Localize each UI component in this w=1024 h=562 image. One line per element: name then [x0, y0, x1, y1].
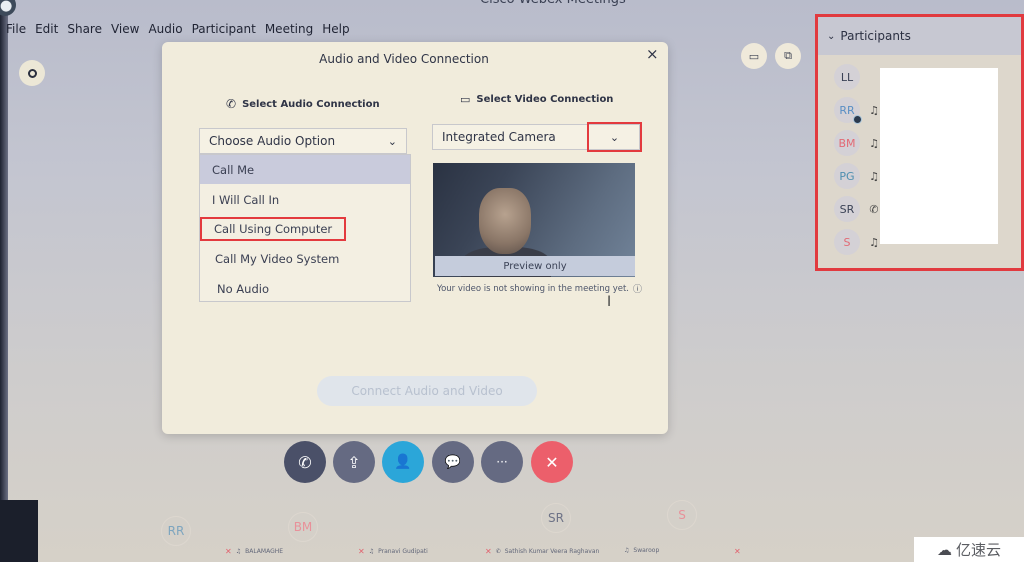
headset-icon: ♫: [624, 547, 630, 554]
more-icon: ···: [496, 455, 508, 469]
video-tile-avatar[interactable]: S: [667, 500, 697, 530]
audio-video-dialog: Audio and Video Connection × ✆ Select Au…: [162, 42, 668, 434]
audio-option-select[interactable]: Choose Audio Option ⌄: [199, 128, 407, 154]
watermark: ☁ 亿速云: [914, 537, 1024, 562]
chevron-down-icon: ⌄: [609, 130, 620, 144]
avatar: S: [834, 229, 860, 255]
menu-meeting[interactable]: Meeting: [265, 22, 313, 36]
audio-option-call-using-computer[interactable]: Call Using Computer: [200, 214, 410, 243]
chevron-down-icon: ⌄: [827, 30, 836, 42]
headset-icon: ♫: [368, 548, 375, 555]
video-tile-name: ♫ Swaroop: [624, 547, 660, 554]
meeting-info-button[interactable]: [19, 60, 45, 86]
avatar: BM: [834, 130, 860, 156]
phone-icon: ✆: [869, 202, 879, 216]
audio-option-i-will-call-in[interactable]: I Will Call In: [200, 185, 410, 214]
phone-icon: ✆: [495, 548, 501, 555]
video-tile-name: ✕ ✆ Sathish Kumar Veera Raghavan: [485, 547, 600, 556]
menu-share[interactable]: Share: [67, 22, 102, 36]
video-tile-name: ✕ ♫ BALAMAGHE: [225, 547, 284, 556]
chevron-down-icon: ⌄: [387, 134, 397, 148]
video-note: Your video is not showing in the meeting…: [437, 282, 643, 296]
video-camera-icon: ▭: [460, 93, 471, 106]
menu-file[interactable]: File: [6, 22, 26, 36]
webex-logo-icon: [0, 0, 16, 16]
share-button[interactable]: ⇪: [333, 441, 375, 483]
headset-icon: ♫: [869, 169, 879, 183]
audio-option-call-my-video-system[interactable]: Call My Video System: [200, 244, 410, 273]
avatar: PG: [834, 163, 860, 189]
presenter-icon: [853, 115, 862, 124]
video-section-heading: ▭ Select Video Connection: [460, 93, 614, 106]
participants-panel: ⌄ Participants LL RR ♫ BM ♫ PG ♫ SR ✆ S: [815, 14, 1024, 271]
participants-icon: 👤: [394, 454, 412, 470]
layout-view-button[interactable]: ▭: [741, 43, 767, 69]
close-icon[interactable]: ×: [646, 45, 659, 63]
avatar: LL: [834, 64, 860, 90]
headset-icon: ♫: [869, 136, 879, 150]
video-tile-avatar[interactable]: SR: [541, 503, 571, 533]
screen-bezel: [0, 0, 8, 562]
audio-option-no-audio[interactable]: No Audio: [200, 274, 410, 303]
video-tile-name: ✕ ♫ Pranavi Gudipati: [358, 547, 428, 556]
muted-icon: ✕: [485, 547, 492, 556]
headset-icon: ♫: [869, 103, 879, 117]
phone-video-icon: ✆: [298, 452, 312, 472]
window-title: Cisco Webex Meetings: [480, 0, 626, 7]
participants-button[interactable]: 👤: [382, 441, 424, 483]
headset-icon: ♫: [235, 548, 242, 555]
avatar: SR: [834, 196, 860, 222]
grid-view-icon: ▭: [748, 49, 760, 63]
leave-meeting-button[interactable]: ✕: [531, 441, 573, 483]
cloud-logo-icon: ☁: [936, 540, 952, 559]
muted-icon: ✕: [734, 547, 741, 556]
text-cursor-icon: I: [607, 294, 612, 310]
menu-participant[interactable]: Participant: [192, 22, 256, 36]
more-button[interactable]: ···: [481, 441, 523, 483]
muted-indicator: ✕: [734, 547, 741, 556]
chat-button[interactable]: 💬: [432, 441, 474, 483]
muted-icon: ✕: [358, 547, 365, 556]
info-icon[interactable]: ⓘ: [633, 282, 642, 295]
video-tile-avatar[interactable]: BM: [288, 512, 318, 542]
connect-audio-video-button[interactable]: Connect Audio and Video: [317, 376, 537, 406]
menu-audio[interactable]: Audio: [148, 22, 182, 36]
popout-icon: ⧉: [784, 49, 792, 62]
menu-view[interactable]: View: [111, 22, 139, 36]
audio-section-heading: ✆ Select Audio Connection: [226, 97, 380, 111]
participants-header[interactable]: ⌄ Participants: [818, 17, 1021, 55]
preview-only-label: Preview only: [435, 256, 635, 276]
participants-title: Participants: [840, 29, 911, 43]
share-icon: ⇪: [347, 452, 361, 472]
phone-icon: ✆: [226, 97, 237, 111]
video-tile-avatar[interactable]: RR: [161, 516, 191, 546]
audio-option-list: Call Me I Will Call In Call Using Comput…: [199, 154, 411, 302]
menu-edit[interactable]: Edit: [35, 22, 58, 36]
preview-person-face: [479, 188, 531, 254]
close-icon: ✕: [545, 452, 559, 472]
menu-help[interactable]: Help: [322, 22, 349, 36]
chat-icon: 💬: [444, 454, 462, 470]
muted-icon: ✕: [225, 547, 232, 556]
avatar: RR: [834, 97, 862, 124]
info-icon: [27, 68, 37, 78]
video-dropdown-button[interactable]: ⌄: [587, 122, 642, 152]
redacted-names: [880, 68, 998, 244]
audio-video-button[interactable]: ✆: [284, 441, 326, 483]
audio-option-call-me[interactable]: Call Me: [200, 155, 410, 184]
menu-bar: File Edit Share View Audio Participant M…: [6, 22, 350, 36]
headset-icon: ♫: [869, 235, 879, 249]
popout-view-button[interactable]: ⧉: [775, 43, 801, 69]
dialog-title: Audio and Video Connection: [319, 52, 489, 66]
screen-bezel-bottom: [0, 500, 38, 562]
